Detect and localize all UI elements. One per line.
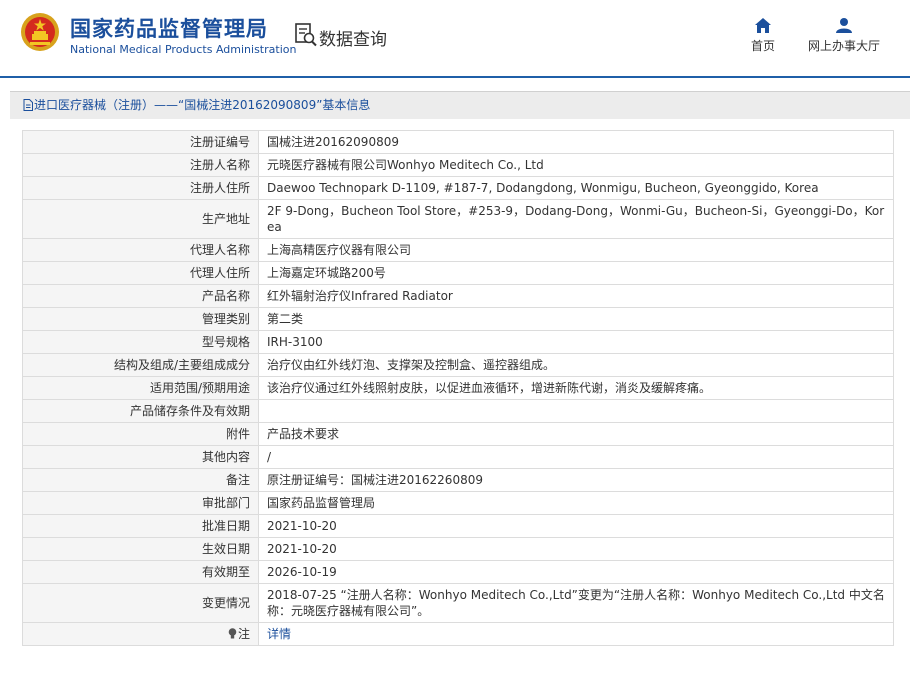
row-label: 注册证编号: [22, 130, 259, 154]
row-value: 详情: [258, 622, 894, 646]
row-label: 审批部门: [22, 491, 259, 515]
table-row: 备注 原注册证编号：国械注进20162260809: [22, 468, 894, 492]
table-row: 代理人住所 上海嘉定环城路200号: [22, 261, 894, 285]
row-label: 型号规格: [22, 330, 259, 354]
row-value: Daewoo Technopark D-1109, #187-7, Dodang…: [258, 176, 894, 200]
row-value: IRH-3100: [258, 330, 894, 354]
document-icon: [23, 99, 33, 111]
row-value: 第二类: [258, 307, 894, 331]
table-row: 产品名称 红外辐射治疗仪Infrared Radiator: [22, 284, 894, 308]
row-label: 变更情况: [22, 583, 259, 623]
nav-hall-label: 网上办事大厅: [807, 39, 880, 53]
row-label: 生产地址: [22, 199, 259, 239]
table-row: 结构及组成/主要组成成分 治疗仪由红外线灯泡、支撑架及控制盒、遥控器组成。: [22, 353, 894, 377]
row-label: 备注: [22, 468, 259, 492]
breadcrumb-text: 进口医疗器械（注册）——“国械注进20162090809”基本信息: [34, 98, 371, 112]
row-value: 2026-10-19: [258, 560, 894, 584]
home-icon: [755, 18, 771, 33]
table-row: 产品储存条件及有效期: [22, 399, 894, 423]
table-row: 生效日期 2021-10-20: [22, 537, 894, 561]
lightbulb-icon: [228, 628, 237, 639]
table-row: 注册人名称 元晓医疗器械有限公司Wonhyo Meditech Co., Ltd: [22, 153, 894, 177]
document-search-icon: [295, 23, 317, 47]
row-value: 元晓医疗器械有限公司Wonhyo Meditech Co., Ltd: [258, 153, 894, 177]
note-label: 注: [237, 627, 250, 641]
row-label: 其他内容: [22, 445, 259, 469]
row-label-note: 注: [22, 622, 259, 646]
row-value: 国械注进20162090809: [258, 130, 894, 154]
site-header: 国家药品监督管理局 National Medical Products Admi…: [0, 0, 910, 78]
row-value: 2021-10-20: [258, 514, 894, 538]
user-icon: [836, 18, 852, 33]
nav-online-hall[interactable]: 网上办事大厅: [804, 18, 884, 54]
table-row: 管理类别 第二类: [22, 307, 894, 331]
row-label: 代理人名称: [22, 238, 259, 262]
row-label: 附件: [22, 422, 259, 446]
row-value: /: [258, 445, 894, 469]
national-emblem-icon: [21, 13, 59, 51]
row-label: 代理人住所: [22, 261, 259, 285]
row-value: 治疗仪由红外线灯泡、支撑架及控制盒、遥控器组成。: [258, 353, 894, 377]
row-label: 批准日期: [22, 514, 259, 538]
table-row: 变更情况 2018-07-25 “注册人名称：Wonhyo Meditech Co…: [22, 583, 894, 623]
org-name-cn: 国家药品监督管理局: [70, 17, 268, 41]
row-value: 原注册证编号：国械注进20162260809: [258, 468, 894, 492]
row-label: 有效期至: [22, 560, 259, 584]
row-value: 2F 9-Dong，Bucheon Tool Store，#253-9，Doda…: [258, 199, 894, 239]
info-table: 注册证编号 国械注进20162090809 注册人名称 元晓医疗器械有限公司Wonh…: [22, 130, 894, 646]
table-row: 附件 产品技术要求: [22, 422, 894, 446]
details-link[interactable]: 详情: [267, 627, 291, 641]
table-row: 注 详情: [22, 622, 894, 646]
row-label: 注册人名称: [22, 153, 259, 177]
table-row: 注册证编号 国械注进20162090809: [22, 130, 894, 154]
table-row: 代理人名称 上海高精医疗仪器有限公司: [22, 238, 894, 262]
row-label: 结构及组成/主要组成成分: [22, 353, 259, 377]
row-value: 上海嘉定环城路200号: [258, 261, 894, 285]
table-row: 生产地址 2F 9-Dong，Bucheon Tool Store，#253-9，…: [22, 199, 894, 239]
row-value: [258, 399, 894, 423]
table-row: 批准日期 2021-10-20: [22, 514, 894, 538]
row-label: 产品名称: [22, 284, 259, 308]
row-label: 生效日期: [22, 537, 259, 561]
row-value: 上海高精医疗仪器有限公司: [258, 238, 894, 262]
row-label: 管理类别: [22, 307, 259, 331]
row-value: 产品技术要求: [258, 422, 894, 446]
row-label: 注册人住所: [22, 176, 259, 200]
table-row: 型号规格 IRH-3100: [22, 330, 894, 354]
row-value: 红外辐射治疗仪Infrared Radiator: [258, 284, 894, 308]
table-row: 有效期至 2026-10-19: [22, 560, 894, 584]
data-query-title: 数据查询: [319, 30, 387, 50]
table-row: 注册人住所 Daewoo Technopark D-1109, #187-7, D…: [22, 176, 894, 200]
row-value: 2021-10-20: [258, 537, 894, 561]
row-label: 产品储存条件及有效期: [22, 399, 259, 423]
row-value: 国家药品监督管理局: [258, 491, 894, 515]
table-row: 其他内容 /: [22, 445, 894, 469]
org-name-en: National Medical Products Administration: [70, 43, 297, 56]
row-value: 2018-07-25 “注册人名称：Wonhyo Meditech Co.,Lt…: [258, 583, 894, 623]
nav-home[interactable]: 首页: [748, 18, 778, 54]
row-label: 适用范围/预期用途: [22, 376, 259, 400]
table-row: 审批部门 国家药品监督管理局: [22, 491, 894, 515]
nav-home-label: 首页: [750, 39, 775, 53]
breadcrumb: 进口医疗器械（注册）——“国械注进20162090809”基本信息: [10, 91, 910, 119]
row-value: 该治疗仪通过红外线照射皮肤，以促进血液循环，增进新陈代谢，消炎及缓解疼痛。: [258, 376, 894, 400]
table-row: 适用范围/预期用途 该治疗仪通过红外线照射皮肤，以促进血液循环，增进新陈代谢，消炎…: [22, 376, 894, 400]
